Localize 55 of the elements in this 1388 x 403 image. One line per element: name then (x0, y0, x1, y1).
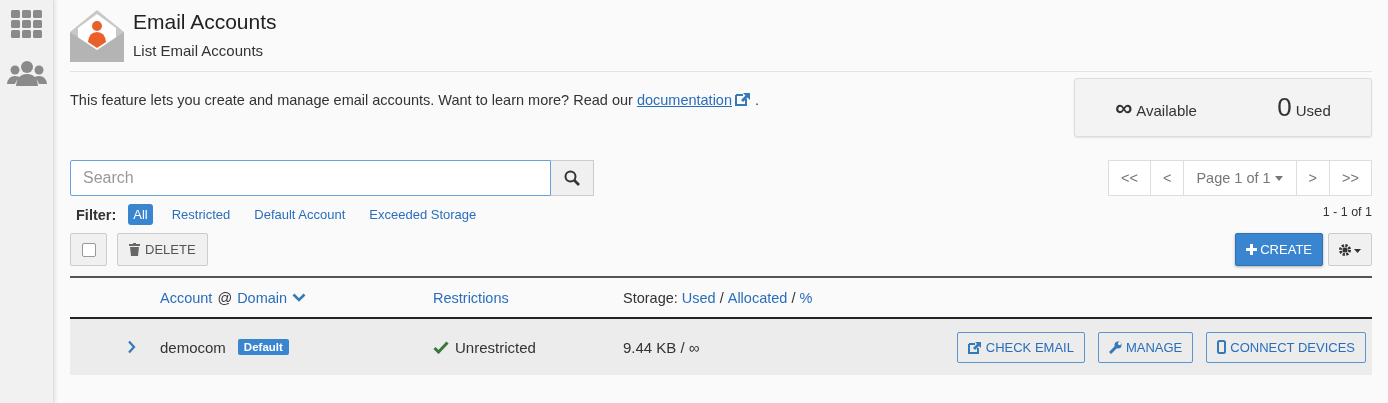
filter-option[interactable]: Exceeded Storage (364, 204, 482, 225)
percent-sort-link[interactable]: % (799, 289, 813, 306)
separator-text: / (719, 289, 724, 306)
external-link-icon (967, 340, 982, 354)
stat-value: ∞ (1115, 93, 1133, 122)
connect-devices-button[interactable]: CONNECT DEVICES (1206, 331, 1366, 363)
filter-option[interactable]: Default Account (249, 204, 351, 225)
stat-value: 0 (1277, 92, 1292, 123)
allocated-sort-link[interactable]: Allocated (727, 289, 788, 306)
description-text: This feature lets you create and manage email accounts. Want to learn more? Read our documentation . (70, 92, 760, 108)
select-all-checkbox[interactable] (81, 242, 96, 257)
select-all-button[interactable] (70, 233, 107, 266)
account-sort-link[interactable]: Account (160, 289, 213, 306)
restrictions-sort-link[interactable]: Restrictions (433, 289, 509, 306)
filter-option[interactable]: All (128, 204, 153, 225)
caret-icon (1273, 175, 1284, 181)
separator-text: / (791, 289, 796, 306)
search-field[interactable]: Search (70, 160, 551, 196)
documentation-link[interactable]: documentation (636, 92, 751, 108)
external-link-icon (735, 92, 751, 106)
storage-value: 9.44 KB / ∞ (623, 338, 700, 356)
first-page-button[interactable]: << (1108, 160, 1151, 196)
results-range: 1 - 1 of 1 (1322, 205, 1372, 219)
check-email-button[interactable]: CHECK EMAIL (956, 331, 1085, 363)
phone-icon (1217, 340, 1227, 354)
account-name: democom (160, 338, 226, 356)
chevron-down-icon[interactable] (292, 293, 307, 302)
trash-icon (129, 243, 140, 256)
at-sign-text: @ (217, 289, 233, 306)
domain-sort-link[interactable]: Domain (237, 289, 288, 306)
filter-label: Filter: (76, 206, 117, 223)
chevron-right-icon[interactable] (126, 340, 138, 354)
restriction-status: Unrestricted (455, 338, 536, 356)
plus-icon (1246, 244, 1258, 255)
create-button[interactable]: CREATE (1235, 233, 1323, 266)
page-title: Email Accounts (133, 10, 277, 34)
delete-button[interactable]: DELETE (117, 233, 208, 266)
envelope-person-icon (70, 10, 124, 62)
manage-button[interactable]: MANAGE (1097, 331, 1194, 363)
last-page-button[interactable]: >> (1329, 160, 1372, 196)
filter-option[interactable]: Restricted (166, 204, 236, 225)
used-sort-link[interactable]: Used (681, 289, 716, 306)
page-subtitle: List Email Accounts (133, 42, 265, 60)
users-icon[interactable] (6, 60, 47, 86)
settings-icon (1338, 242, 1362, 257)
default-badge: Default (237, 339, 289, 355)
stat-label: Used (1295, 102, 1331, 119)
search-icon (564, 170, 580, 186)
settings-button[interactable] (1328, 233, 1372, 266)
page-select[interactable]: Page 1 of 1 (1183, 160, 1297, 196)
apps-grid-icon[interactable] (10, 10, 43, 38)
wrench-icon (1108, 340, 1122, 354)
storage-label: Storage: (623, 289, 678, 306)
stat-label: Available (1136, 101, 1197, 119)
search-button[interactable] (551, 160, 594, 196)
